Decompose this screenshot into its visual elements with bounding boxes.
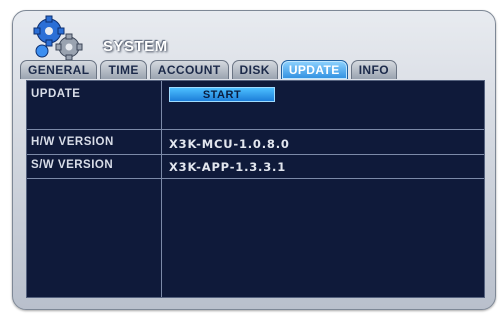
tab-general[interactable]: GENERAL <box>20 60 98 79</box>
tab-disk[interactable]: DISK <box>231 60 278 79</box>
tab-info[interactable]: INFO <box>350 60 397 79</box>
window-title: SYSTEM <box>103 38 168 55</box>
update-panel: UPDATE START H/W VERSION X3K-MCU-1.0.8.0… <box>26 80 485 298</box>
tab-update[interactable]: UPDATE <box>280 60 348 79</box>
label-column <box>27 81 162 297</box>
row-divider <box>27 154 484 155</box>
hw-version-label: H/W VERSION <box>31 136 114 148</box>
gears-icon <box>33 15 83 61</box>
sw-version-value: X3K-APP-1.3.3.1 <box>169 160 286 174</box>
tab-bar: GENERAL TIME ACCOUNT DISK UPDATE INFO <box>20 60 397 80</box>
row-divider <box>27 178 484 179</box>
sw-version-label: S/W VERSION <box>31 159 114 171</box>
tab-account[interactable]: ACCOUNT <box>149 60 229 79</box>
hw-version-value: X3K-MCU-1.0.8.0 <box>169 137 290 151</box>
start-button[interactable]: START <box>169 87 275 102</box>
row-divider <box>27 129 484 130</box>
tab-time[interactable]: TIME <box>100 60 147 79</box>
update-label: UPDATE <box>31 88 81 100</box>
